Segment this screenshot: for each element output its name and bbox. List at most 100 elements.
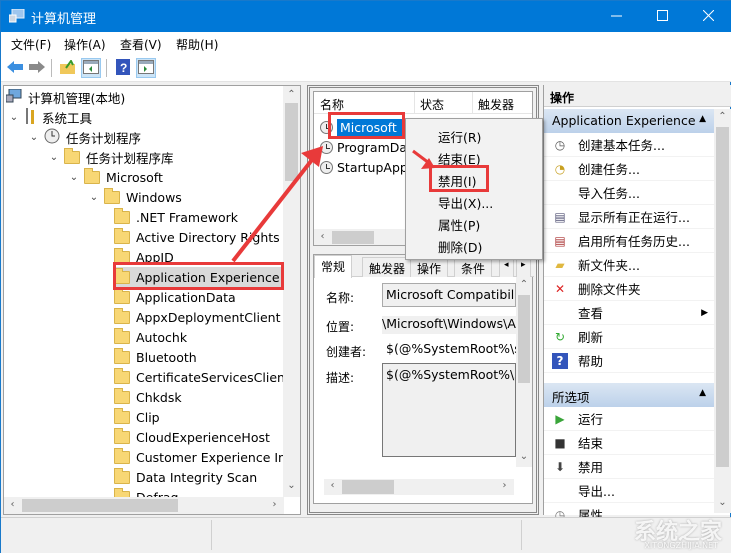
scroll-down-icon[interactable]: ⌄	[283, 480, 300, 491]
action-item[interactable]: 导出...	[544, 479, 714, 503]
tab-general[interactable]: 常规	[314, 255, 353, 278]
menu-help[interactable]: 帮助(H)	[176, 36, 218, 53]
scrollbar-thumb[interactable]	[285, 103, 298, 181]
show-hide-action-pane-button[interactable]	[136, 58, 156, 78]
scrollbar-thumb[interactable]	[716, 127, 729, 467]
menu-action[interactable]: 操作(A)	[64, 36, 106, 53]
maximize-button[interactable]	[639, 1, 685, 32]
column-trigger[interactable]: 触发器	[478, 96, 514, 113]
tree-item-microsoft[interactable]: ⌄ Microsoft	[68, 167, 163, 187]
action-item[interactable]: 查看 ▶	[544, 301, 714, 325]
menu-bar: 文件(F) 操作(A) 查看(V) 帮助(H)	[1, 32, 731, 54]
scroll-left-icon[interactable]: ‹	[324, 480, 341, 491]
up-one-level-button[interactable]	[58, 58, 78, 78]
tree-vertical-scrollbar[interactable]: ⌃ ⌄	[283, 86, 300, 497]
tree-item-system-tools[interactable]: ⌄ 系统工具	[8, 107, 92, 127]
tree-item-label: CloudExperienceHost	[136, 429, 270, 445]
tree-item-folder[interactable]: ApplicationData	[114, 287, 236, 307]
back-button[interactable]	[5, 58, 25, 78]
name-field[interactable]: Microsoft Compatibilit	[382, 283, 516, 307]
context-menu-export[interactable]: 导出(X)...	[438, 193, 493, 212]
column-name[interactable]: 名称	[320, 96, 344, 113]
tab-triggers[interactable]: 触发器	[362, 257, 413, 277]
action-item[interactable]: 导入任务...	[544, 181, 714, 205]
collapse-icon[interactable]: ▲	[699, 114, 706, 124]
actions-group-selected-item[interactable]: 所选项 ▲	[544, 383, 714, 407]
action-item[interactable]: ✕ 删除文件夹	[544, 277, 714, 301]
action-item[interactable]: ◷ 创建基本任务...	[544, 133, 714, 157]
blank-icon	[552, 305, 568, 321]
chevron-down-icon[interactable]: ⌄	[28, 132, 40, 143]
close-icon	[702, 9, 714, 25]
show-hide-console-tree-button[interactable]	[81, 58, 101, 78]
scrollbar-thumb[interactable]	[22, 499, 178, 512]
action-item[interactable]: ▶ 运行	[544, 407, 714, 431]
tree-item-task-library[interactable]: ⌄ 任务计划程序库	[48, 147, 174, 167]
menu-file[interactable]: 文件(F)	[11, 36, 51, 53]
chevron-down-icon[interactable]: ⌄	[88, 192, 100, 203]
tree-item-folder[interactable]: Autochk	[114, 327, 187, 347]
description-field[interactable]: $(@%SystemRoot%\sy	[382, 363, 516, 457]
scrollbar-thumb[interactable]	[342, 480, 394, 494]
scroll-right-icon[interactable]: ›	[266, 499, 283, 510]
tree-item-folder[interactable]: CertificateServicesClient	[114, 367, 290, 387]
tree-item-folder[interactable]: Active Directory Rights M	[114, 227, 294, 247]
action-item[interactable]: ▤ 启用所有任务历史...	[544, 229, 714, 253]
tree-item-root[interactable]: 计算机管理(本地)	[5, 87, 126, 107]
tree-horizontal-scrollbar[interactable]: ‹ ›	[4, 497, 284, 514]
folder-icon	[114, 287, 130, 304]
chevron-down-icon[interactable]: ⌄	[48, 152, 60, 163]
scroll-left-icon[interactable]: ‹	[4, 499, 21, 510]
chevron-down-icon[interactable]: ⌄	[8, 112, 20, 123]
column-status[interactable]: 状态	[420, 96, 444, 113]
tree-item-folder[interactable]: Clip	[114, 407, 160, 427]
close-button[interactable]	[685, 1, 731, 32]
help-button[interactable]: ?	[113, 58, 133, 78]
actions-vertical-scrollbar[interactable]: ⌃ ⌄	[714, 109, 731, 513]
chevron-down-icon[interactable]: ⌄	[68, 172, 80, 183]
action-item[interactable]: ↻ 刷新	[544, 325, 714, 349]
tree-item-task-scheduler[interactable]: ⌄ 任务计划程序	[28, 127, 141, 147]
action-item[interactable]: ◔ 创建任务...	[544, 157, 714, 181]
tab-actions[interactable]: 操作	[410, 257, 449, 277]
action-item[interactable]: ■ 结束	[544, 431, 714, 455]
context-menu-run[interactable]: 运行(R)	[438, 127, 481, 146]
new-folder-icon: ▰	[555, 257, 565, 272]
scrollbar-thumb[interactable]	[518, 295, 530, 383]
action-item[interactable]: ⬇ 禁用	[544, 455, 714, 479]
detail-horizontal-scrollbar[interactable]: ‹ ›	[324, 479, 514, 495]
scroll-up-icon[interactable]: ⌃	[516, 279, 532, 290]
tree-item-folder[interactable]: CloudExperienceHost	[114, 427, 270, 447]
tree-item-folder[interactable]: Data Integrity Scan	[114, 467, 257, 487]
clock-icon	[44, 128, 60, 147]
tree-item-label: 计算机管理(本地)	[28, 90, 126, 106]
scroll-up-icon[interactable]: ⌃	[283, 89, 300, 100]
scroll-down-icon[interactable]: ⌄	[516, 451, 532, 462]
detail-vertical-scrollbar[interactable]: ⌃ ⌄	[516, 277, 532, 467]
scroll-left-icon[interactable]: ‹	[314, 231, 331, 242]
tree-item-folder[interactable]: AppxDeploymentClient	[114, 307, 280, 327]
scroll-right-icon[interactable]: ›	[496, 480, 513, 491]
tree-item-windows[interactable]: ⌄ Windows	[88, 187, 182, 207]
delete-icon: ✕	[554, 281, 566, 296]
tab-conditions[interactable]: 条件	[454, 257, 493, 277]
actions-group-application-experience[interactable]: Application Experience ▲	[544, 109, 714, 133]
scrollbar-thumb[interactable]	[332, 231, 374, 244]
collapse-icon[interactable]: ▲	[699, 388, 706, 398]
context-menu-properties[interactable]: 属性(P)	[438, 215, 480, 234]
context-menu-delete[interactable]: 删除(D)	[438, 237, 482, 256]
tree-item-folder[interactable]: Customer Experience Im	[114, 447, 290, 467]
tab-scroll-left-icon[interactable]: ◂	[499, 257, 514, 277]
scroll-up-icon[interactable]: ⌃	[714, 111, 731, 122]
forward-button[interactable]	[27, 58, 47, 78]
action-item[interactable]: ▰ 新文件夹...	[544, 253, 714, 277]
tree-item-folder[interactable]: Bluetooth	[114, 347, 197, 367]
tab-scroll-right-icon[interactable]: ▸	[516, 257, 531, 277]
menu-view[interactable]: 查看(V)	[120, 36, 162, 53]
action-item[interactable]: ? 帮助	[544, 349, 714, 373]
tree-item-folder[interactable]: Chkdsk	[114, 387, 182, 407]
scroll-down-icon[interactable]: ⌄	[714, 497, 731, 508]
minimize-button[interactable]	[593, 1, 639, 32]
tree-item-folder[interactable]: .NET Framework	[114, 207, 238, 227]
action-item[interactable]: ▤ 显示所有正在运行...	[544, 205, 714, 229]
